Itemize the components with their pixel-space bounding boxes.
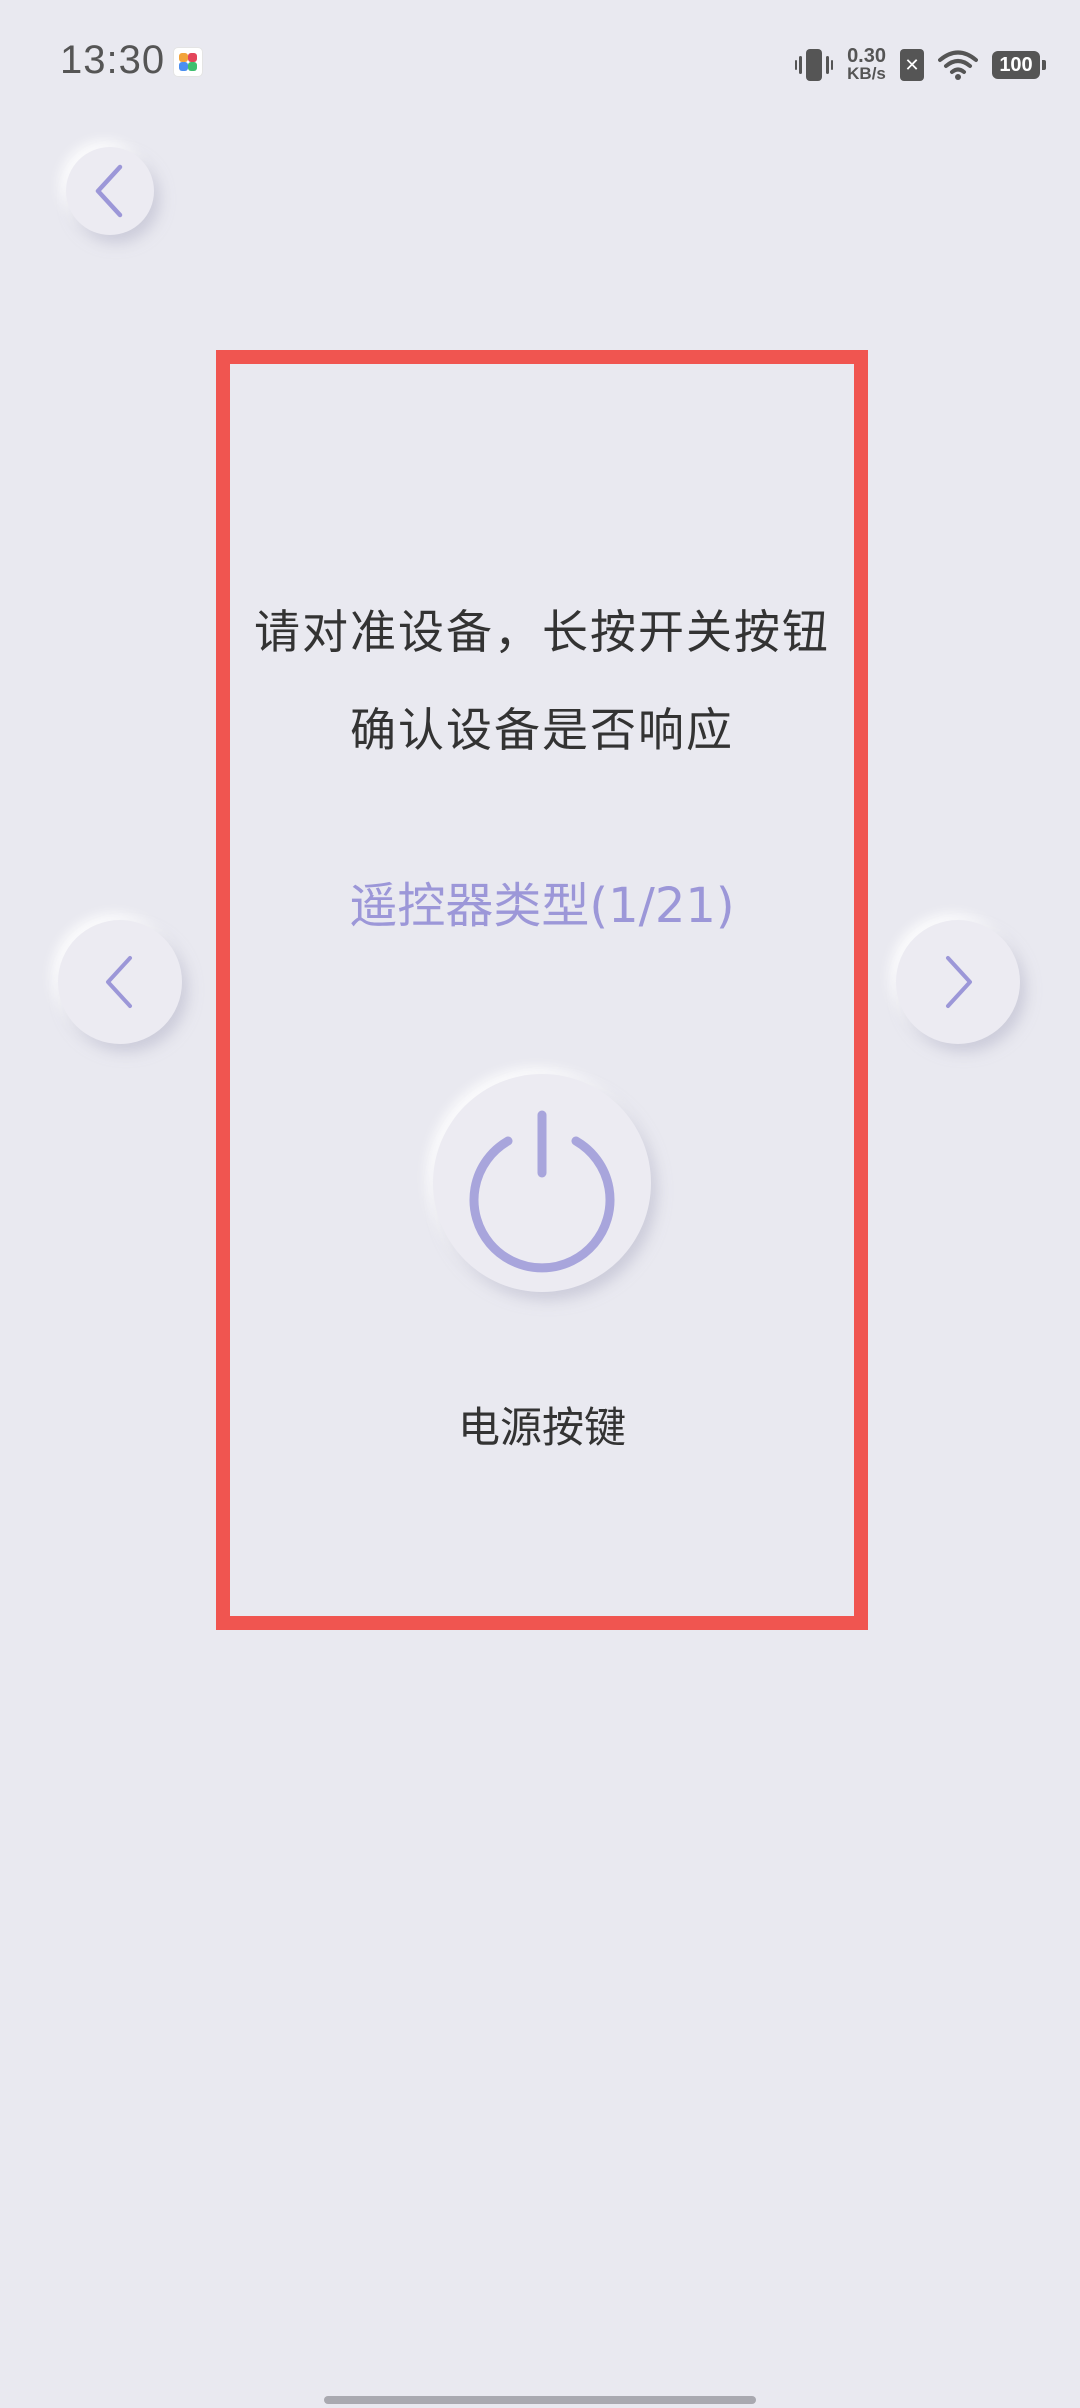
sim-off-icon: ✕ bbox=[900, 49, 924, 81]
home-indicator[interactable] bbox=[324, 2396, 756, 2404]
power-icon bbox=[469, 1110, 615, 1273]
next-remote-button[interactable] bbox=[896, 920, 1020, 1044]
previous-remote-button[interactable] bbox=[58, 920, 182, 1044]
wifi-icon bbox=[938, 50, 978, 80]
status-time: 13:30 bbox=[60, 38, 166, 82]
battery-icon: 100 bbox=[992, 51, 1046, 79]
highlight-frame: 请对准设备，长按开关按钮 确认设备是否响应 遥控器类型(1/21) 电源按键 bbox=[216, 350, 868, 1630]
network-speed-unit: KB/s bbox=[847, 64, 886, 83]
network-speed-value: 0.30 bbox=[847, 45, 886, 67]
network-speed: 0.30 KB/s bbox=[847, 45, 886, 83]
chevron-left-icon bbox=[106, 956, 132, 1008]
back-button[interactable] bbox=[66, 147, 154, 235]
chevron-right-icon bbox=[946, 956, 972, 1008]
power-button-label: 电源按键 bbox=[457, 1403, 626, 1452]
chevron-left-icon bbox=[95, 164, 123, 218]
remote-type-label: 遥控器类型(1/21) bbox=[349, 878, 735, 934]
power-button[interactable] bbox=[433, 1074, 651, 1292]
instruction-line-1: 请对准设备，长按开关按钮 bbox=[254, 605, 830, 659]
instruction-line-2: 确认设备是否响应 bbox=[350, 703, 734, 757]
app-notification-icon bbox=[174, 48, 202, 76]
status-bar: 13:30 0.30 KB/s ✕ 100 bbox=[0, 0, 1080, 130]
status-icons: 0.30 KB/s ✕ 100 bbox=[795, 42, 1046, 88]
vibrate-icon bbox=[795, 49, 834, 81]
battery-level: 100 bbox=[999, 53, 1033, 76]
